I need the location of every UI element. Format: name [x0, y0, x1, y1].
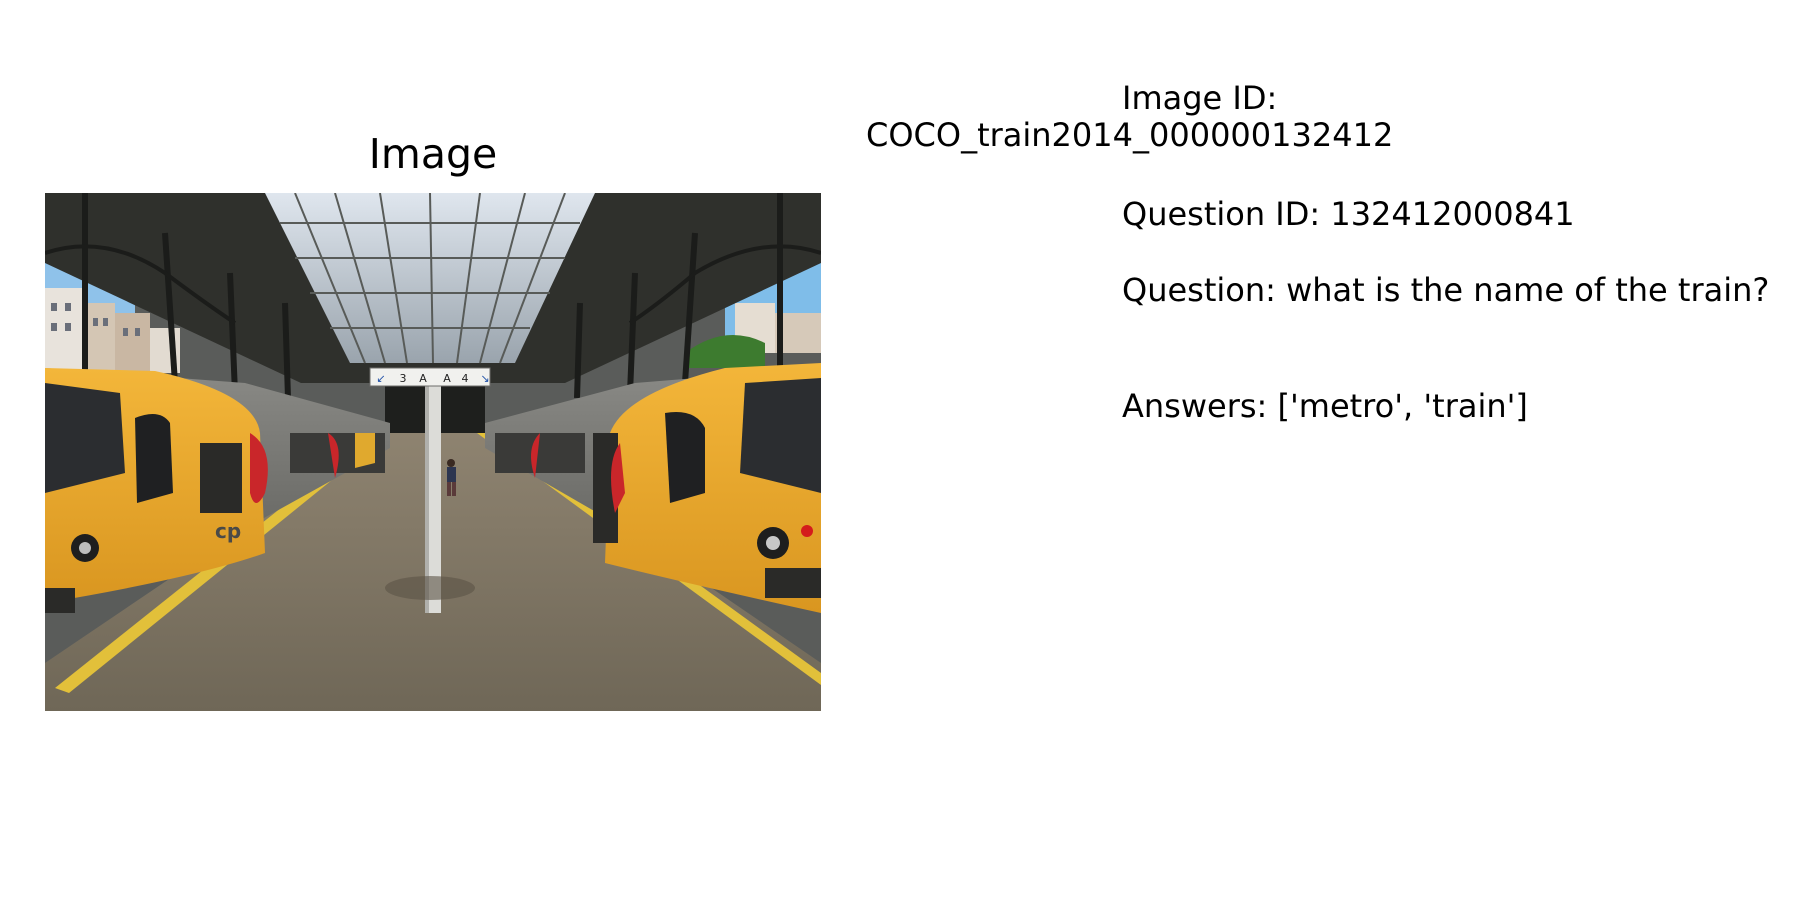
question-text: Question: what is the name of the train? [1122, 271, 1770, 309]
vqa-sample-figure: Image cp ↙ 3 A A 4 ↘ Image ID: COCO_trai… [0, 0, 1800, 900]
image-id-label: Image ID: [1122, 79, 1278, 117]
image-id-value: COCO_train2014_000000132412 [866, 116, 1394, 154]
info-panel: Image ID: COCO_train2014_000000132412 Qu… [0, 0, 1800, 900]
question-id-text: Question ID: 132412000841 [1122, 195, 1575, 233]
answers-text: Answers: ['metro', 'train'] [1122, 387, 1528, 425]
